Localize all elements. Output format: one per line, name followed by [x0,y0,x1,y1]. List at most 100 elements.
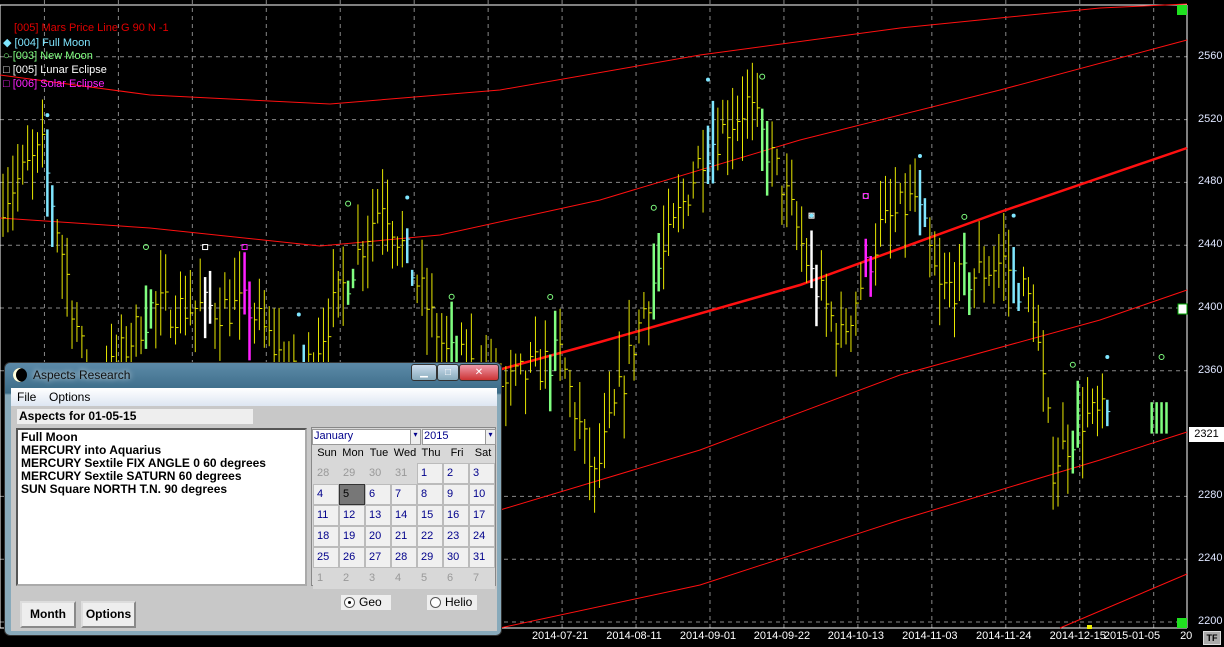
price-tick-label: 2360 [1198,363,1223,376]
calendar-day[interactable]: 8 [417,484,443,505]
calendar-day[interactable]: 6 [365,484,391,505]
date-tick-label: 2014-07-21 [531,630,589,642]
calendar-day[interactable]: 5 [339,484,365,505]
date-tick-label: 2014-12-15 [1049,630,1106,642]
legend-label: [004] Full Moon [14,37,91,49]
date-tick-label: 2014-11-24 [976,630,1032,642]
price-tick-label: 2560 [1198,49,1223,62]
geo-radio[interactable]: Geo [341,595,391,610]
aspects-list[interactable]: Full Moon MERCURY into Aquarius MERCURY Se… [16,428,307,586]
calendar-day[interactable]: 9 [443,484,469,505]
weekday-label: Sat [474,447,492,459]
calendar-day[interactable]: 28 [391,547,417,568]
new-moon-marker [961,213,968,220]
calendar-day[interactable]: 3 [365,568,391,589]
calendar-day[interactable]: 7 [469,568,495,589]
calendar-day[interactable]: 3 [469,463,495,484]
calendar-day[interactable]: 21 [391,526,417,547]
calendar-day[interactable]: 11 [313,505,339,526]
year-value: 2015 [424,430,449,442]
calendar-day[interactable]: 19 [339,526,365,547]
calendar-day[interactable]: 2 [443,463,469,484]
price-tick-label: 2440 [1198,238,1223,251]
full-moon-marker [296,312,301,317]
calendar-day[interactable]: 1 [313,568,339,589]
price-tick-label: 2480 [1198,175,1223,188]
calendar-day[interactable]: 30 [365,463,391,484]
calendar-day[interactable]: 23 [443,526,469,547]
full-moon-marker [917,153,922,158]
menu-options[interactable]: Options [49,390,90,404]
full-moon-marker [1105,354,1110,359]
calendar-day[interactable]: 20 [365,526,391,547]
full-moon-marker [809,213,814,218]
legend-item[interactable]: □ [005] Lunar Eclipse [3,64,107,76]
legend-marker-icon: □ [3,64,10,76]
year-select[interactable]: 2015 ▾ [422,429,496,445]
calendar-day[interactable]: 18 [313,526,339,547]
calendar-day[interactable]: 31 [391,463,417,484]
weekday-label: Sun [317,447,337,459]
calendar-day[interactable]: 6 [443,568,469,589]
new-moon-marker [547,294,554,301]
weekday-label: Fri [450,447,464,459]
calendar-day[interactable]: 29 [417,547,443,568]
calendar-day[interactable]: 30 [443,547,469,568]
calendar-day[interactable]: 7 [391,484,417,505]
chevron-down-icon[interactable]: ▾ [410,430,420,444]
legend-item[interactable]: ◆ [004] Full Moon [3,36,90,49]
date-tick-label: 2014-08-11 [606,630,662,642]
legend-item[interactable]: □ [006] Solar Eclipse [3,78,104,90]
calendar-day[interactable]: 10 [469,484,495,505]
calendar-day[interactable]: 13 [365,505,391,526]
mars-price-line [1059,573,1188,629]
calendar-day[interactable]: 2 [339,568,365,589]
calendar-day[interactable]: 29 [339,463,365,484]
calendar-day[interactable]: 16 [443,505,469,526]
month-button[interactable]: Month [20,601,76,628]
mars-price-line [499,289,1188,511]
price-tick-label: 2240 [1198,552,1223,565]
dialog-title: Aspects Research [33,368,131,382]
chevron-down-icon[interactable]: ▾ [485,430,495,444]
calendar-day[interactable]: 24 [469,526,495,547]
new-moon-marker [650,204,657,211]
time-marker [1087,625,1092,629]
calendar-day[interactable]: 22 [417,526,443,547]
calendar-day[interactable]: 25 [313,547,339,568]
calendar-day[interactable]: 27 [365,547,391,568]
aspect-item[interactable]: SUN Square NORTH T.N. 90 degrees [21,483,302,496]
helio-radio[interactable]: Helio [427,595,477,610]
mars-price-line [0,39,1188,247]
calendar-day[interactable]: 15 [417,505,443,526]
weekday-label: Tue [369,447,389,459]
legend-label: [006] Solar Eclipse [12,78,105,90]
price-tick-label: 2280 [1198,489,1223,502]
calendar-day[interactable]: 28 [313,463,339,484]
calendar-day[interactable]: 12 [339,505,365,526]
new-moon-marker [759,73,766,80]
timeframe-button[interactable]: TF [1203,631,1221,645]
month-select[interactable]: January ▾ [312,429,421,445]
calendar-day[interactable]: 31 [469,547,495,568]
calendar-day[interactable]: 17 [469,505,495,526]
date-tick-label: 2014-10-13 [827,630,885,642]
options-button[interactable]: Options [81,601,136,628]
legend-marker-icon: ○ [3,50,10,62]
close-button[interactable]: ✕ [459,364,499,381]
new-moon-marker [1069,361,1076,368]
legend-item[interactable]: ○ [003] New Moon [3,50,93,62]
legend-item[interactable]: [005] Mars Price Line G 90 N -1 [14,22,169,34]
calendar-day[interactable]: 26 [339,547,365,568]
calendar-day[interactable]: 4 [313,484,339,505]
calendar-day[interactable]: 14 [391,505,417,526]
calendar-day[interactable]: 1 [417,463,443,484]
month-value: January [314,430,354,442]
maximize-button[interactable]: □ [437,364,459,381]
new-moon-marker [1158,353,1165,360]
calendar-day[interactable]: 4 [391,568,417,589]
menu-file[interactable]: File [17,390,36,404]
calendar-day[interactable]: 5 [417,568,443,589]
weekday-label: Thu [421,447,441,459]
minimize-button[interactable]: ▁ [411,364,437,381]
